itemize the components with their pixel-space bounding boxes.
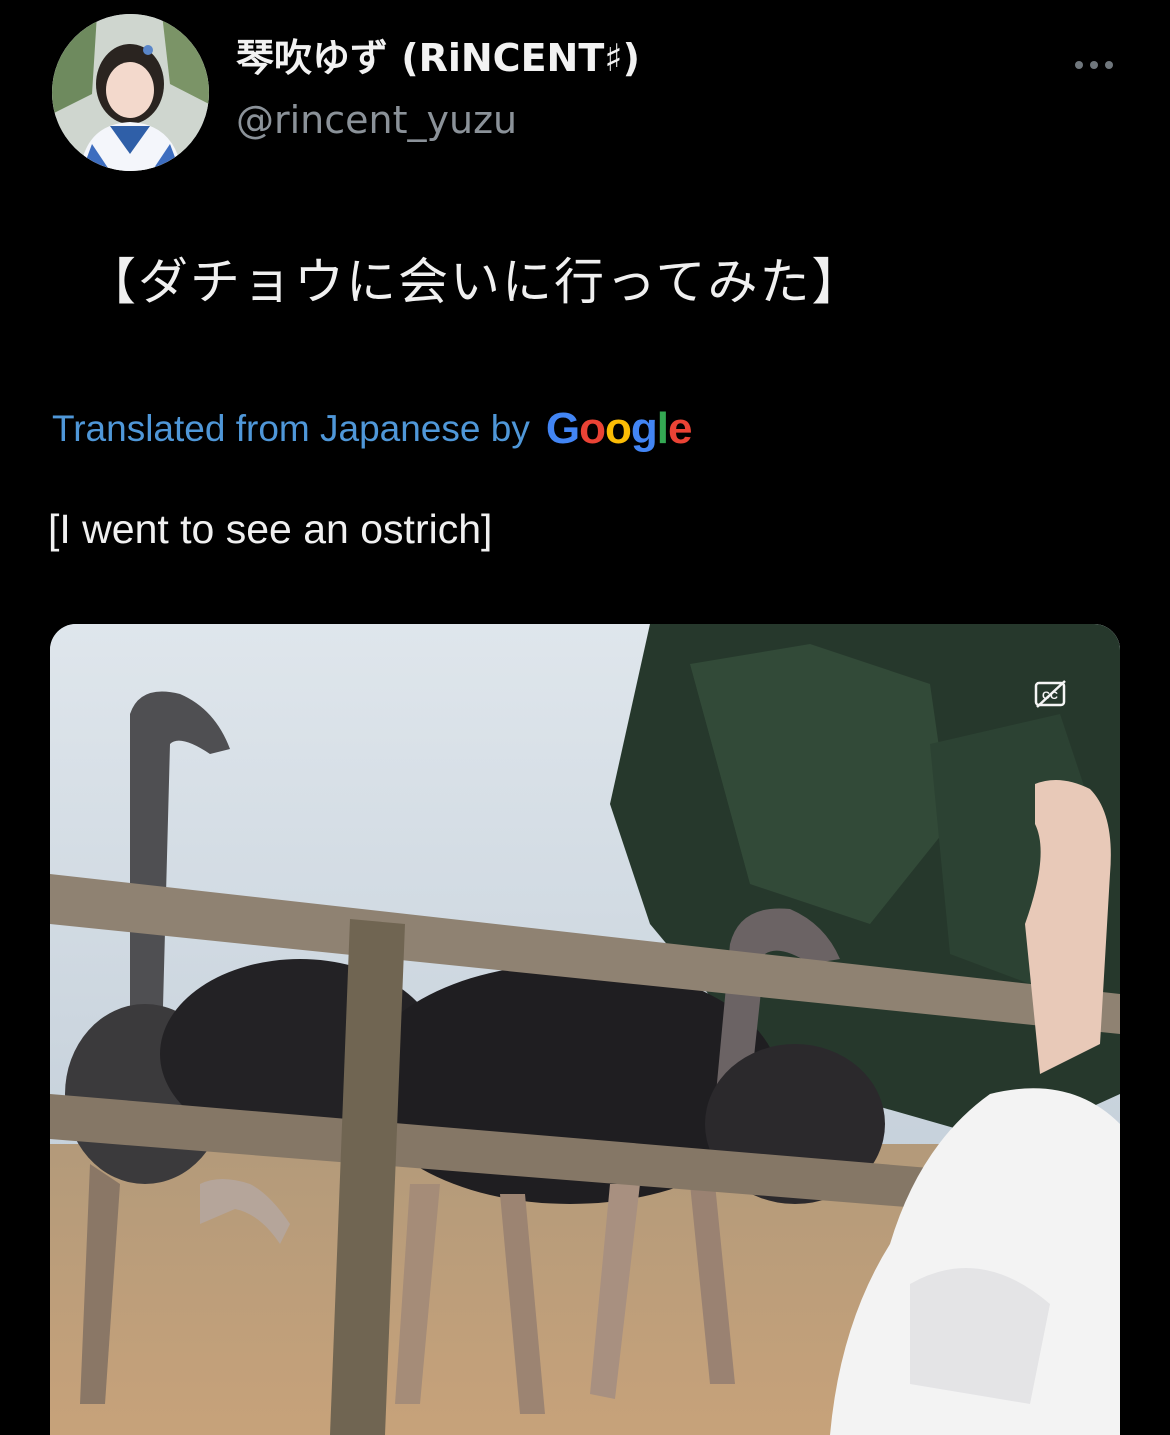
author-display-name[interactable]: 琴吹ゆず (RiNCENT♯)	[236, 36, 640, 82]
author-avatar[interactable]	[52, 14, 209, 171]
google-logo-letter: e	[667, 404, 693, 453]
more-horizontal-icon	[1075, 61, 1083, 69]
google-logo-letter: G	[545, 404, 580, 453]
translated-tweet-text: [I went to see an ostrich]	[48, 506, 493, 552]
video-frame	[50, 624, 1120, 1435]
translation-label: Translated from Japanese by	[52, 408, 530, 449]
tweet-text: 【ダチョウに会いに行ってみた】	[86, 253, 864, 311]
google-logo: Google	[545, 404, 693, 454]
captions-off-icon[interactable]: CC	[1034, 679, 1068, 709]
author-handle[interactable]: @rincent_yuzu	[236, 98, 517, 144]
video-player[interactable]: CC	[50, 624, 1120, 1435]
google-logo-letter: o	[579, 404, 606, 453]
more-options-button[interactable]	[1064, 50, 1124, 80]
google-logo-letter: o	[604, 404, 632, 453]
more-horizontal-icon	[1090, 61, 1098, 69]
google-logo-letter: g	[630, 404, 658, 453]
google-logo-letter: l	[656, 404, 669, 453]
translation-attribution[interactable]: Translated from Japanese by Google	[52, 404, 693, 454]
more-horizontal-icon	[1105, 61, 1113, 69]
